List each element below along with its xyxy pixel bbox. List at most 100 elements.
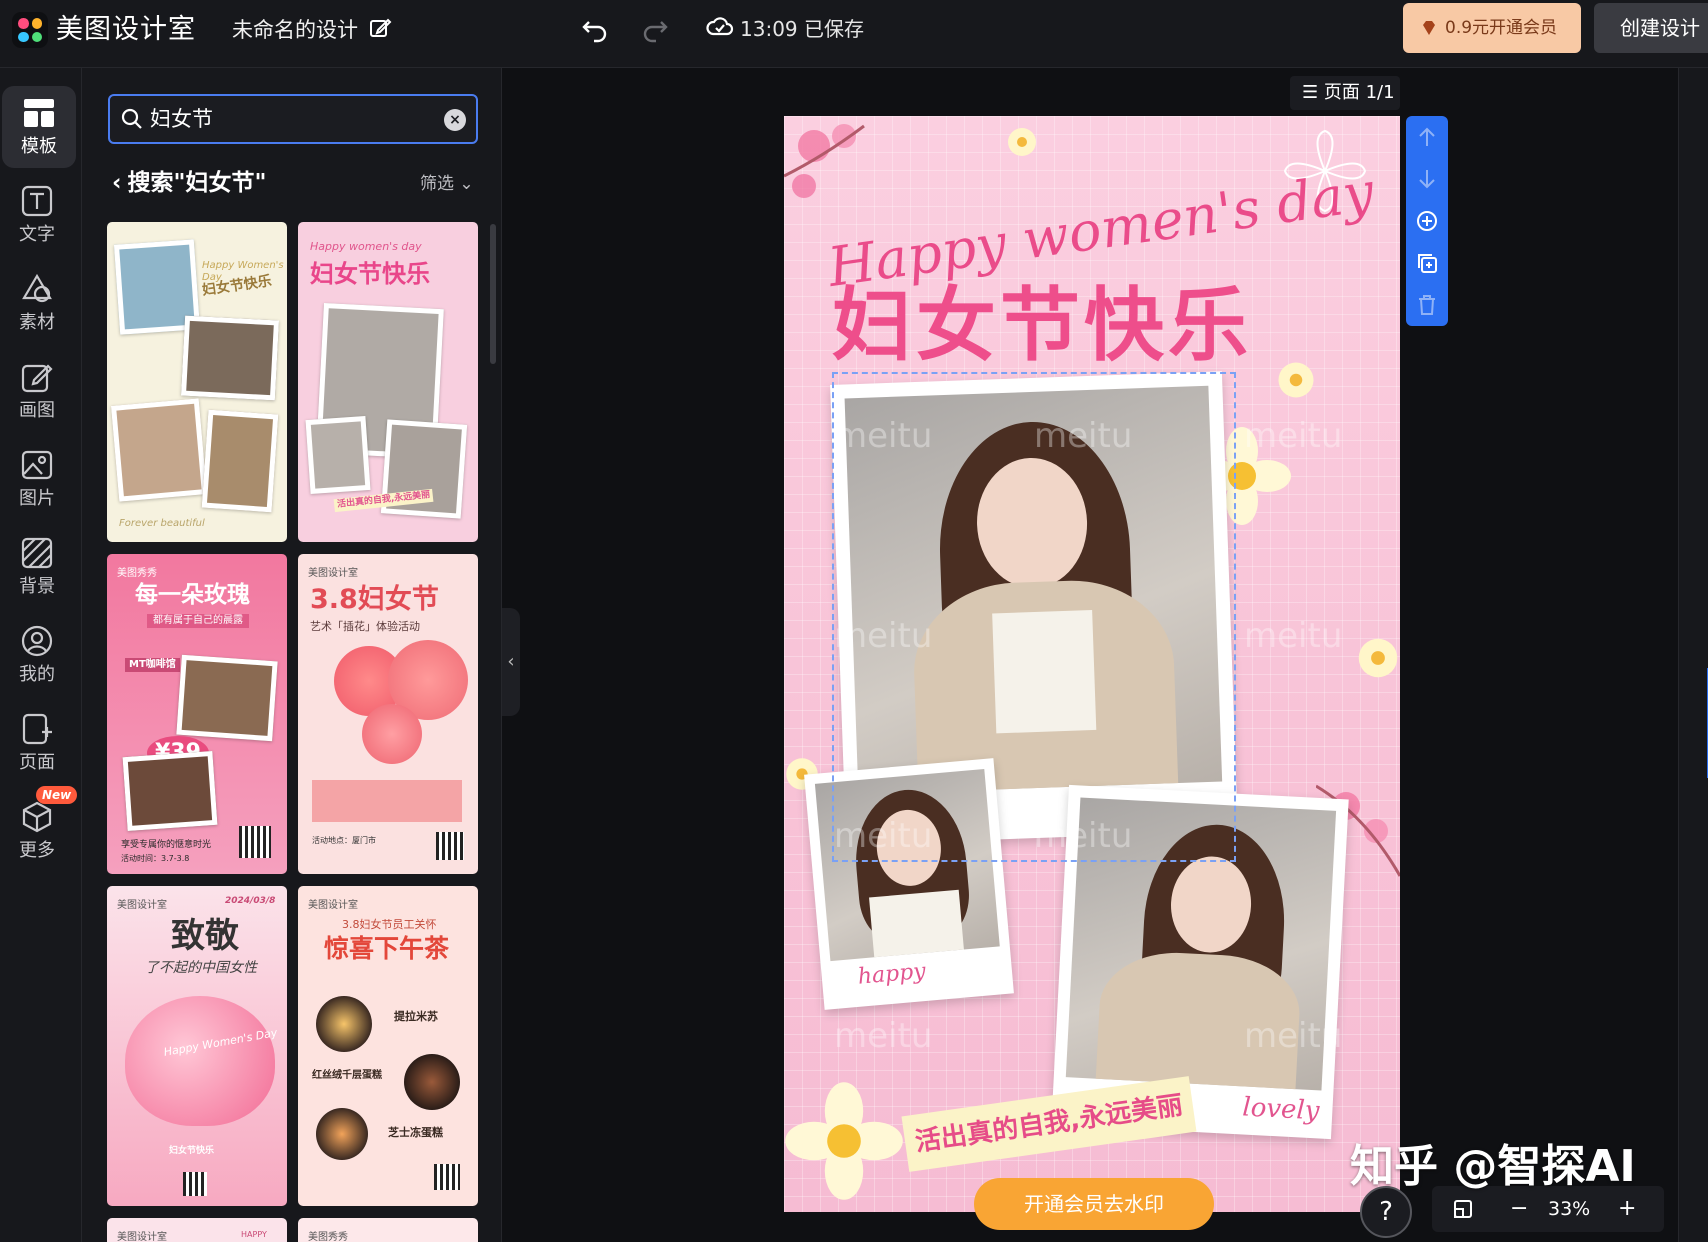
card-photo	[305, 415, 371, 495]
poster-canvas[interactable]: Happy women's day 妇女节快乐 happy lovely 活出真…	[784, 116, 1400, 1212]
list-icon: ☰	[1302, 82, 1324, 103]
document-title[interactable]: 未命名的设计	[232, 14, 358, 46]
sidebar-item-label: 我的	[19, 664, 55, 685]
card-title: 每一朵玫瑰	[135, 582, 250, 608]
card-info-box	[312, 780, 462, 822]
heart-graphic-icon	[125, 996, 275, 1126]
user-icon	[21, 625, 53, 657]
template-card[interactable]: 美图设计室 3.8妇女节 艺术「插花」体验活动 活动地点：厦门市	[298, 554, 478, 874]
delete-page-button[interactable]	[1406, 284, 1448, 326]
card-title: HAPPY	[241, 1230, 267, 1239]
trash-icon	[1419, 295, 1435, 315]
duplicate-page-button[interactable]	[1406, 242, 1448, 284]
app: { "app": {"brand": "美图设计室", "doc_title":…	[0, 0, 1708, 1242]
vip-button-label: 0.9元开通会员	[1445, 18, 1558, 38]
plumeria-icon	[785, 1082, 903, 1200]
brand-name: 美图设计室	[56, 14, 196, 45]
poster-main-title[interactable]: 妇女节快乐	[832, 278, 1252, 374]
card-subtitle: 艺术「插花」体验活动	[310, 620, 420, 633]
vip-button[interactable]: 0.9元开通会员	[1403, 3, 1581, 53]
watermark-text: meitu	[1244, 616, 1343, 656]
sidebar-item-page[interactable]: 页面	[0, 702, 74, 784]
create-design-button[interactable]: 创建设计	[1594, 3, 1708, 53]
back-chevron-icon[interactable]: ‹	[112, 168, 121, 198]
sidebar-item-label: 画图	[19, 400, 55, 421]
clear-search-icon[interactable]: ×	[444, 109, 466, 131]
template-card[interactable]: Happy women's day 妇女节快乐 活出真的自我,永远美丽	[298, 222, 478, 542]
template-card[interactable]: 美图设计室 HAPPY	[107, 1218, 287, 1242]
qr-code-icon	[239, 826, 271, 858]
search-icon	[121, 108, 142, 129]
watermark-text: meitu	[834, 416, 933, 456]
sidebar-item-draw[interactable]: 画图	[0, 350, 74, 432]
card-subtitle: 了不起的中国女性	[145, 960, 257, 976]
sidebar-item-mine[interactable]: 我的	[0, 614, 74, 696]
watermark-text: meitu	[1244, 1016, 1343, 1056]
sidebar-item-text[interactable]: 文字	[0, 174, 74, 256]
undo-icon[interactable]	[580, 14, 610, 44]
remove-watermark-button[interactable]: 开通会员去水印	[974, 1178, 1214, 1230]
arrow-down-icon	[1419, 170, 1435, 189]
watermark-text: meitu	[834, 1016, 933, 1056]
qr-code-icon	[183, 1172, 207, 1196]
new-badge: New	[36, 786, 78, 804]
card-date: 2024/03/8	[225, 896, 276, 906]
qr-code-icon	[436, 832, 464, 860]
sidebar-item-label: 模板	[21, 136, 57, 157]
template-panel: 妇女节 × ‹ 搜索"妇女节" 筛选 ⌄ Happy Women's Day 妇女…	[82, 68, 502, 1242]
sidebar-item-more[interactable]: New 更多	[0, 786, 78, 872]
top-bar: 美图设计室 未命名的设计 13:09 已保存 0.9元开通会员 创建设计	[0, 0, 1708, 68]
panel-scrollbar[interactable]	[490, 224, 496, 364]
template-card[interactable]: Happy Women's Day 妇女节快乐 Forever beautifu…	[107, 222, 287, 542]
watermark-text: meitu	[1034, 816, 1133, 856]
search-input[interactable]: 妇女节 ×	[108, 94, 478, 144]
template-card[interactable]: 美图秀秀 每一朵玫瑰 都有属于自己的晨露 MT咖啡馆 ¥39 享受专属你的惬意时…	[107, 554, 287, 874]
card-photo	[110, 398, 208, 502]
chevron-down-icon: ⌄	[459, 174, 474, 194]
filter-label: 筛选	[420, 174, 454, 194]
move-up-button[interactable]	[1406, 116, 1448, 158]
template-card[interactable]: 美图设计室 2024/03/8 致敬 了不起的中国女性 Happy Women'…	[107, 886, 287, 1206]
search-query[interactable]: 妇女节	[150, 105, 213, 133]
filter-dropdown[interactable]: 筛选 ⌄	[420, 170, 474, 198]
zoom-out-button[interactable]: −	[1510, 1194, 1528, 1224]
watermark-text: meitu	[1034, 416, 1133, 456]
template-card[interactable]: 美图设计室 3.8妇女节员工关怀 惊喜下午茶 提拉米苏 红丝绒千层蛋糕 芝士冻蛋…	[298, 886, 478, 1206]
material-icon	[22, 273, 52, 303]
card-brand: 美图秀秀	[308, 1232, 348, 1242]
redo-icon[interactable]	[640, 14, 670, 44]
add-page-button[interactable]	[1406, 200, 1448, 242]
card-tag: MT咖啡馆	[125, 658, 180, 672]
page-toolbar	[1406, 116, 1448, 326]
card-title: 致敬	[171, 916, 239, 956]
card-footer: 妇女节快乐	[169, 1146, 215, 1156]
background-icon	[21, 537, 53, 569]
cherry-blossom-icon	[784, 124, 865, 198]
sidebar-item-label: 图片	[19, 488, 55, 509]
text-icon	[21, 185, 53, 217]
sidebar-item-template[interactable]: 模板	[2, 86, 76, 168]
image-icon	[21, 450, 53, 480]
move-down-button[interactable]	[1406, 158, 1448, 200]
zoom-in-button[interactable]: +	[1618, 1194, 1636, 1224]
flower-icon	[362, 704, 422, 764]
card-brand: 美图设计室	[308, 568, 358, 579]
card-title: 妇女节快乐	[310, 260, 430, 288]
search-result-title[interactable]: ‹ 搜索"妇女节"	[112, 168, 266, 198]
sidebar-item-image[interactable]: 图片	[0, 438, 74, 520]
sidebar-item-material[interactable]: 素材	[0, 262, 74, 344]
card-photo	[122, 750, 218, 832]
yellow-flower-icon	[1008, 128, 1036, 156]
page-indicator[interactable]: ☰ 页面 1/1	[1290, 76, 1400, 110]
save-status: 13:09 已保存	[740, 17, 864, 41]
fit-screen-icon[interactable]	[1452, 1198, 1474, 1220]
collapse-panel-button[interactable]: ‹	[502, 608, 520, 716]
cloud-saved-icon	[706, 17, 734, 36]
zoom-level[interactable]: 33%	[1548, 1194, 1590, 1224]
template-card[interactable]: 美图秀秀	[298, 1218, 478, 1242]
sidebar-item-background[interactable]: 背景	[0, 526, 74, 608]
watermark-text: meitu	[834, 816, 933, 856]
sidebar-item-label: 文字	[19, 224, 55, 245]
edit-icon[interactable]	[368, 16, 392, 40]
page-icon	[22, 713, 52, 745]
